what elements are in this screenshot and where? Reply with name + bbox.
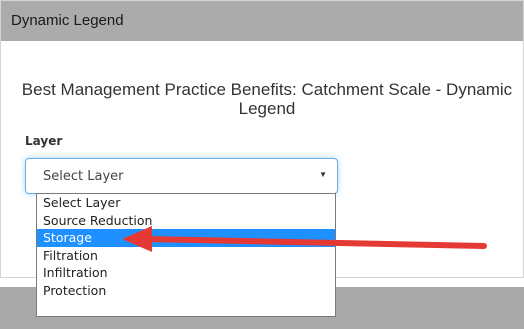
option-infiltration[interactable]: Infiltration: [37, 264, 335, 282]
option-source-reduction[interactable]: Source Reduction: [37, 212, 335, 230]
layer-select[interactable]: Select Layer ▼: [25, 158, 338, 194]
caret-down-icon: ▼: [319, 170, 327, 179]
layer-select-value: Select Layer: [43, 169, 124, 184]
option-select-layer[interactable]: Select Layer: [37, 194, 335, 212]
option-protection[interactable]: Protection: [37, 282, 335, 300]
option-filtration[interactable]: Filtration: [37, 247, 335, 265]
panel-header: Dynamic Legend: [1, 1, 523, 41]
panel-title: Dynamic Legend: [11, 12, 124, 29]
option-storage[interactable]: Storage: [37, 229, 335, 247]
legend-title: Best Management Practice Benefits: Catch…: [21, 80, 513, 118]
layer-label: Layer: [25, 134, 63, 148]
layer-dropdown-list[interactable]: Select Layer Source Reduction Storage Fi…: [36, 193, 336, 317]
